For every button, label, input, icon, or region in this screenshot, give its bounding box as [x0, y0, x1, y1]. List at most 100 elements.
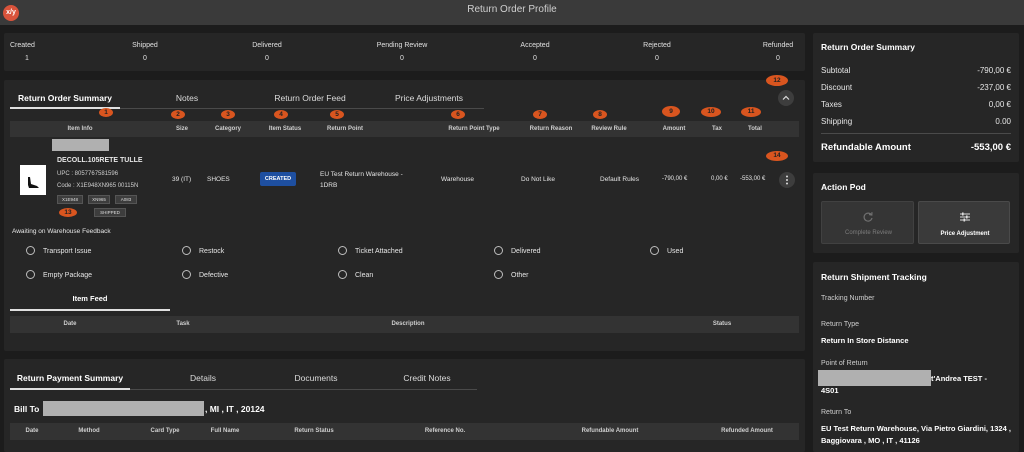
- pay-col-method: Method: [78, 428, 100, 434]
- return-to-label: Return To: [821, 409, 852, 416]
- radio-ticket-attached[interactable]: [338, 246, 347, 255]
- feed-col-date: Date: [63, 321, 77, 327]
- col-item-info: Item Info: [67, 126, 93, 132]
- payment-tab-underline: [10, 388, 130, 390]
- stat-pending-review-value: 0: [400, 55, 404, 62]
- tab-return-order-feed[interactable]: Return Order Feed: [262, 93, 358, 103]
- radio-empty-package[interactable]: [26, 270, 35, 279]
- badge-9: 9: [662, 106, 680, 117]
- tracking-number-label: Tracking Number: [821, 295, 875, 302]
- tab-return-order-summary[interactable]: Return Order Summary: [10, 93, 120, 103]
- tab-documents[interactable]: Documents: [284, 373, 348, 383]
- tab-item-feed[interactable]: Item Feed: [10, 294, 170, 303]
- col-size: Size: [175, 126, 188, 132]
- tab-divider: [120, 108, 484, 109]
- point-of-return-code: 4S01: [821, 386, 839, 395]
- point-of-return-label: Point of Return: [821, 360, 868, 367]
- row-menu-button[interactable]: [779, 172, 795, 188]
- status-counts-panel: [4, 33, 805, 71]
- kebab-menu-icon: [786, 175, 788, 185]
- stat-shipped-label: Shipped: [132, 42, 158, 49]
- pay-col-refunded-amount: Refunded Amount: [721, 428, 773, 434]
- product-thumbnail: [20, 165, 46, 195]
- item-code: Code : X1E948XN965 00115N: [57, 183, 139, 189]
- item-feed-underline: [10, 309, 170, 311]
- feedback-title: Awaiting on Warehouse Feedback: [12, 228, 111, 235]
- col-category: Category: [214, 126, 241, 132]
- col-return-point: Return Point: [327, 126, 363, 132]
- item-total: -553,00 €: [740, 176, 766, 182]
- badge-14: 14: [766, 151, 788, 161]
- point-of-return-value: t'Andrea TEST -: [931, 374, 987, 383]
- item-category: SHOES: [207, 176, 230, 183]
- badge-7: 7: [533, 110, 547, 119]
- pay-col-full-name: Full Name: [210, 428, 240, 434]
- radio-defective[interactable]: [182, 270, 191, 279]
- refresh-icon: [863, 212, 873, 222]
- radio-label: Defective: [199, 272, 229, 279]
- pay-col-return-status: Return Status: [294, 428, 334, 434]
- avatar[interactable]: x/y: [3, 5, 19, 21]
- col-return-reason: Return Reason: [529, 126, 573, 132]
- stat-rejected-label: Rejected: [643, 42, 671, 49]
- radio-restock[interactable]: [182, 246, 191, 255]
- col-item-status: Item Status: [268, 126, 302, 132]
- radio-used[interactable]: [650, 246, 659, 255]
- stat-shipped-value: 0: [143, 55, 147, 62]
- radio-label: Delivered: [511, 248, 541, 255]
- tab-credit-notes[interactable]: Credit Notes: [392, 373, 462, 383]
- summary-discount: Discount -237,00 €: [821, 83, 1011, 92]
- radio-delivered[interactable]: [494, 246, 503, 255]
- action-pod-title: Action Pod: [821, 182, 866, 192]
- summary-shipping: Shipping 0.00: [821, 117, 1011, 126]
- redacted-image: [52, 139, 109, 151]
- badge-5: 5: [330, 110, 344, 119]
- sliders-icon: [960, 212, 970, 222]
- col-tax: Tax: [712, 126, 722, 132]
- radio-other[interactable]: [494, 270, 503, 279]
- badge-13: 13: [59, 208, 77, 217]
- radio-label: Transport Issue: [43, 248, 92, 255]
- pay-col-date: Date: [25, 428, 39, 434]
- pay-col-reference: Reference No.: [424, 428, 466, 434]
- item-return-point-type: Warehouse: [441, 176, 474, 183]
- stat-refunded-label: Refunded: [762, 42, 794, 49]
- bill-to-label: Bill To: [14, 404, 40, 414]
- radio-label: Restock: [199, 248, 225, 255]
- stat-pending-review-label: Pending Review: [376, 42, 428, 49]
- item-upc: UPC : 8057767581596: [57, 171, 119, 177]
- radio-label: Empty Package: [43, 272, 93, 279]
- redacted-name: [43, 401, 204, 416]
- tab-details[interactable]: Details: [176, 373, 230, 383]
- badge-8: 8: [593, 110, 607, 119]
- radio-label: Ticket Attached: [355, 248, 403, 255]
- radio-clean[interactable]: [338, 270, 347, 279]
- status-badge: CREATED: [260, 172, 296, 186]
- price-adjustment-button[interactable]: Price Adjustment: [918, 201, 1010, 244]
- tab-notes[interactable]: Notes: [160, 93, 214, 103]
- feed-col-description: Description: [391, 321, 425, 327]
- item-review-rule: Default Rules: [600, 176, 640, 183]
- badge-3: 3: [221, 110, 235, 119]
- badge-2: 2: [171, 110, 185, 119]
- badge-1: 1: [99, 108, 113, 117]
- price-adjustment-label: Price Adjustment: [940, 231, 990, 237]
- radio-transport-issue[interactable]: [26, 246, 35, 255]
- badge-6: 6: [451, 110, 465, 119]
- item-return-point: EU Test Return Warehouse - 1DRB: [320, 171, 403, 189]
- item-size: 39 (IT): [172, 176, 192, 183]
- page-title: Return Order Profile: [467, 4, 557, 15]
- stat-accepted-value: 0: [533, 55, 537, 62]
- complete-review-button[interactable]: Complete Review: [821, 201, 914, 244]
- feed-col-task: Task: [176, 321, 190, 327]
- collapse-button[interactable]: [778, 90, 794, 106]
- stat-created-label: Created: [10, 42, 35, 49]
- badge-12: 12: [766, 75, 788, 86]
- stat-rejected-value: 0: [655, 55, 659, 62]
- redacted-store: [818, 370, 931, 386]
- item-tag: A083: [115, 195, 137, 204]
- payment-table-header: [10, 423, 799, 440]
- tab-price-adjustments[interactable]: Price Adjustments: [380, 93, 478, 103]
- item-tag: XN965: [88, 195, 110, 204]
- tab-return-payment-summary[interactable]: Return Payment Summary: [10, 373, 130, 383]
